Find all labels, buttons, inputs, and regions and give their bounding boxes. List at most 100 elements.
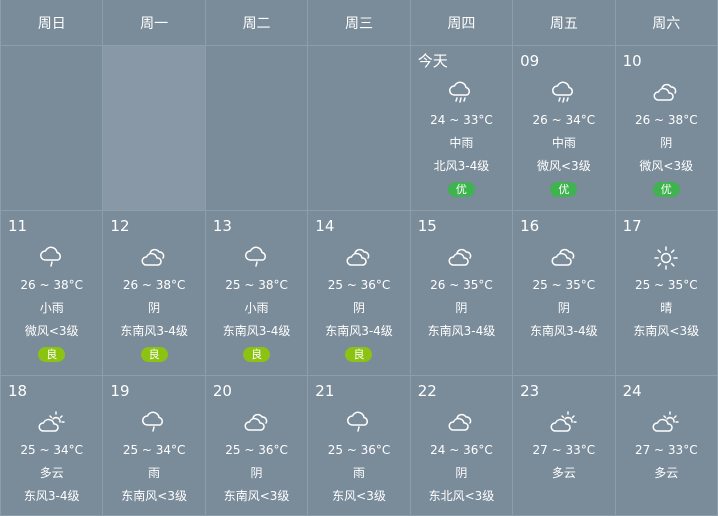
day-date: 24 (622, 382, 642, 400)
day-date: 22 (417, 382, 437, 400)
temperature-range: 26 ~ 38°C (634, 113, 698, 127)
wind-info: 东南风3-4级 (530, 324, 598, 338)
aqi-badge: 优 (447, 182, 475, 197)
wind-info: 北风3-4级 (433, 159, 490, 173)
day-date: 21 (315, 382, 335, 400)
weather-description: 阴 (250, 466, 263, 480)
weekday-header-fri: 周五 (513, 0, 616, 46)
day-cell-wed[interactable]: 21 25 ~ 36°C 雨东风<3级 (308, 376, 411, 516)
weather-description: 小雨 (244, 301, 269, 315)
aqi-badge: 优 (652, 182, 680, 197)
day-cell-thu[interactable]: 22 24 ~ 36°C 阴东北风<3级 (410, 376, 514, 516)
weather-description: 多云 (39, 466, 64, 480)
day-date: 11 (8, 217, 28, 235)
day-cell-sun[interactable]: 11 26 ~ 38°C 小雨微风<3级良 (1, 211, 104, 376)
temperature-range: 26 ~ 35°C (430, 278, 493, 292)
temperature-range: 27 ~ 33°C (634, 443, 698, 457)
weather-description: 中雨 (551, 136, 576, 150)
overcast-icon (550, 245, 578, 271)
empty-day-cell (103, 46, 206, 211)
wind-info: 微风<3级 (537, 159, 591, 173)
light-rain-icon (38, 245, 66, 271)
wind-info: 东北风<3级 (428, 489, 495, 503)
empty-day-cell (205, 46, 309, 211)
temperature-range: 27 ~ 33°C (532, 443, 596, 457)
sun-icon (652, 245, 680, 271)
temperature-range: 26 ~ 38°C (20, 278, 84, 292)
temperature-range: 25 ~ 36°C (327, 278, 391, 292)
day-cell-mon[interactable]: 12 26 ~ 38°C 阴东南风3-4级良 (103, 211, 206, 376)
temperature-range: 26 ~ 38°C (122, 278, 186, 292)
day-cell-sat[interactable]: 24 27 ~ 33°C 多云 (615, 376, 718, 516)
aqi-badge: 良 (38, 347, 66, 362)
weather-description: 阴 (455, 301, 468, 315)
weather-description: 阴 (148, 301, 161, 315)
day-cell-mon[interactable]: 19 25 ~ 34°C 雨东南风<3级 (103, 376, 206, 516)
partly-cloudy-icon (550, 410, 578, 436)
day-cell-wed[interactable]: 14 25 ~ 36°C 阴东南风3-4级良 (308, 211, 411, 376)
weekday-header-wed: 周三 (308, 0, 411, 46)
day-date: 19 (110, 382, 130, 400)
weather-description: 多云 (654, 466, 679, 480)
aqi-badge: 良 (345, 347, 373, 362)
day-cell-thu[interactable]: 15 26 ~ 35°C 阴东南风3-4级 (410, 211, 514, 376)
light-rain-icon (345, 410, 373, 436)
temperature-range: 26 ~ 34°C (532, 113, 596, 127)
aqi-badge: 良 (140, 347, 168, 362)
day-date: 15 (417, 217, 437, 235)
day-date: 09 (520, 52, 540, 70)
weather-description: 中雨 (449, 136, 474, 150)
day-cell-thu[interactable]: 今天 24 ~ 33°C 中雨 北风3-4级优 (410, 46, 514, 211)
day-cell-fri[interactable]: 23 27 ~ 33°C 多云 (513, 376, 616, 516)
weather-description: 雨 (352, 466, 365, 480)
wind-info: 东南风3-4级 (120, 324, 188, 338)
weather-description: 雨 (148, 466, 161, 480)
weather-description: 晴 (660, 301, 673, 315)
temperature-range: 25 ~ 38°C (225, 278, 288, 292)
day-date: 14 (315, 217, 335, 235)
day-date: 12 (110, 217, 130, 235)
weekday-header-tue: 周二 (205, 0, 309, 46)
overcast-icon (345, 245, 373, 271)
overcast-icon (447, 410, 475, 436)
overcast-icon (243, 410, 271, 436)
wind-info: 东南风3-4级 (325, 324, 393, 338)
day-cell-tue[interactable]: 13 25 ~ 38°C 小雨 东南风3-4级良 (205, 211, 309, 376)
day-cell-sat[interactable]: 17 25 ~ 35°C 晴东南风<3级 (615, 211, 718, 376)
day-date: 16 (520, 217, 540, 235)
day-date: 23 (520, 382, 540, 400)
day-date: 17 (622, 217, 642, 235)
partly-cloudy-icon (38, 410, 66, 436)
day-cell-sun[interactable]: 18 25 ~ 34°C 多云 东风3-4级 (1, 376, 104, 516)
temperature-range: 25 ~ 34°C (122, 443, 186, 457)
temperature-range: 25 ~ 35°C (634, 278, 698, 292)
light-rain-icon (243, 245, 271, 271)
wind-info: 东风<3级 (332, 489, 386, 503)
temperature-range: 25 ~ 34°C (20, 443, 84, 457)
day-cell-sat[interactable]: 10 26 ~ 38°C 阴微风<3级优 (615, 46, 718, 211)
rain-cloud-icon (447, 80, 475, 106)
weekday-header-mon: 周一 (103, 0, 206, 46)
temperature-range: 24 ~ 36°C (430, 443, 493, 457)
day-date: 18 (8, 382, 28, 400)
weather-calendar: 周日 周一 周二 周三 周四 周五 周六 今天 24 ~ 33°C 中雨 北风3-4级… (0, 0, 718, 516)
overcast-icon (447, 245, 475, 271)
temperature-range: 24 ~ 33°C (430, 113, 493, 127)
wind-info: 东南风<3级 (633, 324, 700, 338)
wind-info: 东南风<3级 (121, 489, 187, 503)
weather-description: 阴 (660, 136, 673, 150)
wind-info: 微风<3级 (24, 324, 79, 338)
weather-description: 阴 (455, 466, 468, 480)
day-cell-fri[interactable]: 09 26 ~ 34°C 中雨 微风<3级优 (513, 46, 616, 211)
weather-description: 小雨 (39, 301, 64, 315)
day-cell-fri[interactable]: 16 25 ~ 35°C 阴东南风3-4级 (513, 211, 616, 376)
day-date: 13 (212, 217, 232, 235)
day-date: 20 (212, 382, 232, 400)
wind-info: 东南风3-4级 (427, 324, 496, 338)
light-rain-icon (140, 410, 168, 436)
temperature-range: 25 ~ 36°C (225, 443, 288, 457)
temperature-range: 25 ~ 36°C (327, 443, 391, 457)
weather-description: 阴 (557, 301, 570, 315)
day-cell-tue[interactable]: 20 25 ~ 36°C 阴东南风<3级 (205, 376, 309, 516)
overcast-icon (140, 245, 168, 271)
